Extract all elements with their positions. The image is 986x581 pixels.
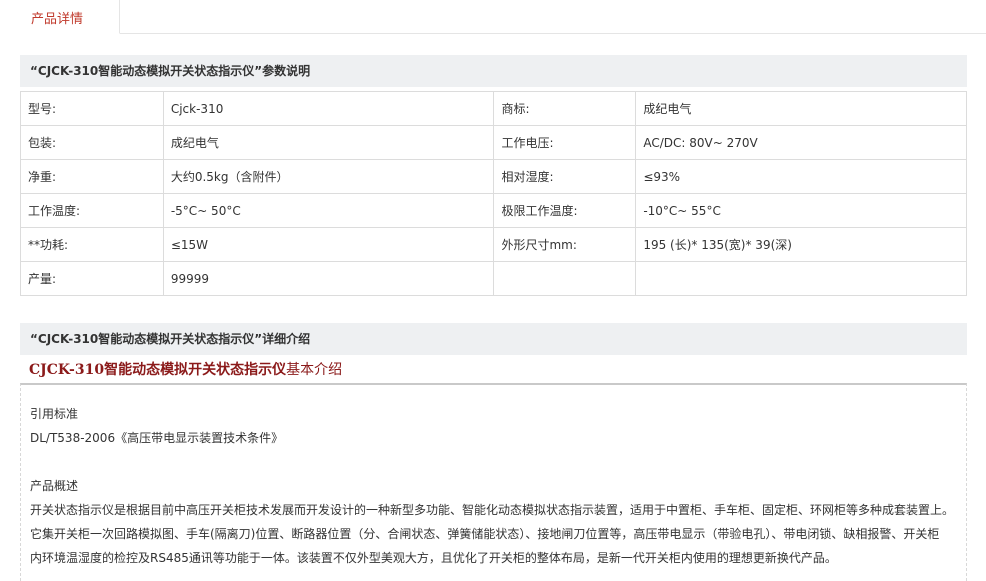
intro-subheading: CJCK-310智能动态模拟开关状态指示仪基本介绍 xyxy=(29,359,342,379)
param-value: ≤15W xyxy=(162,227,495,262)
param-value: ≤93% xyxy=(635,159,967,194)
param-row: 净重: 大约0.5kg（含附件） 相对湿度: ≤93% xyxy=(20,159,967,194)
param-row: 型号: Cjck-310 商标: 成纪电气 xyxy=(20,91,967,126)
param-label: 产量: xyxy=(20,261,164,296)
params-table: 型号: Cjck-310 商标: 成纪电气 包装: 成纪电气 工作电压: AC/DC: 80V… xyxy=(20,91,967,296)
param-value: 大约0.5kg（含附件） xyxy=(162,159,495,194)
param-row: 工作温度: -5°C~ 50°C 极限工作温度: -10°C~ 55°C xyxy=(20,193,967,228)
param-value: 195 (长)* 135(宽)* 39(深) xyxy=(635,227,967,262)
param-row: **功耗: ≤15W 外形尺寸mm: 195 (长)* 135(宽)* 39(深) xyxy=(20,227,967,262)
param-label: 型号: xyxy=(20,91,164,126)
param-value: -5°C~ 50°C xyxy=(162,193,495,228)
param-label: 净重: xyxy=(20,159,164,194)
tab-product-details[interactable]: 产品详情 xyxy=(0,0,120,34)
param-label: 包装: xyxy=(20,125,164,160)
param-value: AC/DC: 80V~ 270V xyxy=(635,125,967,160)
param-label xyxy=(493,261,637,296)
param-value: 成纪电气 xyxy=(635,91,967,126)
intro-box: 引用标准 DL/T538-2006《高压带电显示装置技术条件》 产品概述 开关状… xyxy=(20,383,967,581)
param-value: -10°C~ 55°C xyxy=(635,193,967,228)
overview-line: 它集开关柜一次回路模拟图、手车(隔离刀)位置、断路器位置（分、合闸状态、弹簧储能… xyxy=(30,527,940,541)
param-label: **功耗: xyxy=(20,227,164,262)
overview-line: 内环境温湿度的检控及RS485通讯等功能于一体。该装置不仅外型美观大方，且优化了… xyxy=(30,551,837,565)
param-label: 外形尺寸mm: xyxy=(493,227,637,262)
param-label: 工作温度: xyxy=(20,193,164,228)
param-value: 成纪电气 xyxy=(162,125,495,160)
intro-subheading-product: CJCK-310智能动态模拟开关状态指示仪 xyxy=(29,362,287,378)
param-value: 99999 xyxy=(162,261,495,296)
params-section-title: “CJCK-310智能动态模拟开关状态指示仪”参数说明 xyxy=(20,55,967,87)
tab-bar: 产品详情 xyxy=(0,0,986,34)
param-value: Cjck-310 xyxy=(162,91,495,126)
param-row: 包装: 成纪电气 工作电压: AC/DC: 80V~ 270V xyxy=(20,125,967,160)
param-label: 相对湿度: xyxy=(493,159,637,194)
standard-label: 引用标准 xyxy=(30,407,79,421)
intro-subheading-suffix: 基本介绍 xyxy=(286,362,343,378)
standard-text: DL/T538-2006《高压带电显示装置技术条件》 xyxy=(30,431,284,445)
overview-line: 开关状态指示仪是根据目前中高压开关柜技术发展而开发设计的一种新型多功能、智能化动… xyxy=(30,503,955,517)
param-label: 工作电压: xyxy=(493,125,637,160)
param-value xyxy=(635,261,967,296)
param-label: 商标: xyxy=(493,91,637,126)
detail-section-title: “CJCK-310智能动态模拟开关状态指示仪”详细介绍 xyxy=(20,323,967,355)
param-row: 产量: 99999 xyxy=(20,261,967,296)
param-label: 极限工作温度: xyxy=(493,193,637,228)
overview-label: 产品概述 xyxy=(30,479,79,493)
